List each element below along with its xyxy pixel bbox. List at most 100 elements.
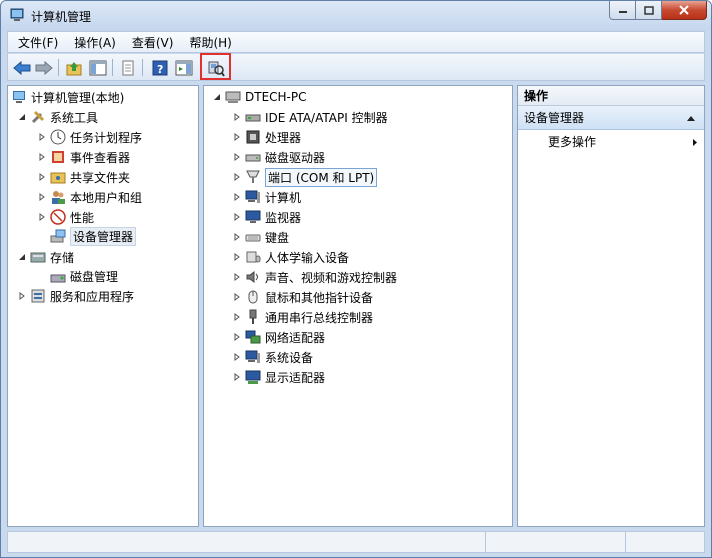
port-icon [246, 170, 260, 183]
menu-help[interactable]: 帮助(H) [183, 34, 237, 51]
expand-arrow-icon[interactable] [232, 152, 242, 162]
services-icon [31, 289, 45, 303]
device-category-computer[interactable]: 计算机 [232, 187, 301, 207]
show-hide-action-button[interactable] [174, 58, 194, 78]
tree-label-shared-folders: 共享文件夹 [70, 170, 131, 185]
expand-arrow-icon[interactable] [232, 172, 242, 182]
device-category-label: 显示适配器 [265, 370, 326, 385]
show-hide-tree-button[interactable] [88, 58, 108, 78]
tree-label-task-scheduler: 任务计划程序 [70, 130, 143, 145]
device-category-label: 网络适配器 [265, 330, 326, 345]
expand-arrow-icon[interactable] [37, 172, 47, 182]
device-category-label: 键盘 [265, 230, 290, 245]
expand-arrow-icon[interactable] [232, 132, 242, 142]
tree-node-services[interactable]: 服务和应用程序 [17, 286, 134, 306]
event-viewer-icon [52, 151, 64, 163]
device-tree-pane: DTECH-PC IDE ATA/ATAPI 控制器 处理器 磁盘驱动器 端口 … [203, 85, 513, 527]
tree-label-services: 服务和应用程序 [50, 289, 135, 304]
tree-node-shared-folders[interactable]: 共享文件夹 [37, 167, 130, 187]
tree-label-event-viewer: 事件查看器 [70, 150, 131, 165]
maximize-button[interactable] [636, 1, 662, 20]
status-segment [8, 532, 486, 552]
expand-arrow-icon[interactable] [232, 232, 242, 242]
close-button[interactable] [662, 1, 707, 20]
device-category-network[interactable]: 网络适配器 [232, 327, 325, 347]
collapse-arrow-icon[interactable] [17, 112, 27, 122]
expand-arrow-icon[interactable] [232, 332, 242, 342]
tree-node-local-users[interactable]: 本地用户和组 [37, 187, 142, 207]
help-button[interactable]: ? [150, 58, 170, 78]
hid-icon [246, 251, 261, 263]
expand-arrow-icon[interactable] [37, 152, 47, 162]
expand-arrow-icon[interactable] [232, 192, 242, 202]
expand-arrow-icon[interactable] [232, 252, 242, 262]
collapse-arrow-icon[interactable] [212, 92, 222, 102]
device-category-label: IDE ATA/ATAPI 控制器 [265, 110, 388, 125]
back-button[interactable] [12, 58, 32, 78]
actions-section-device-manager[interactable]: 设备管理器 [518, 106, 704, 130]
actions-section-label: 设备管理器 [524, 111, 585, 125]
disk-management-icon [50, 274, 66, 283]
expand-arrow-icon[interactable] [232, 312, 242, 322]
device-category-processor[interactable]: 处理器 [232, 127, 301, 147]
tree-node-event-viewer[interactable]: 事件查看器 [37, 147, 130, 167]
up-folder-icon [66, 62, 82, 76]
computer-management-window: 计算机管理 文件(F) 操作(A) 查看(V) 帮助(H) ? 计算机管理(本地… [0, 0, 712, 558]
title-bar[interactable]: 计算机管理 [1, 1, 711, 31]
expand-arrow-icon[interactable] [232, 272, 242, 282]
tree-node-root[interactable]: 计算机管理(本地) [11, 87, 124, 107]
device-category-monitors[interactable]: 监视器 [232, 207, 301, 227]
forward-button[interactable] [34, 58, 54, 78]
expand-arrow-icon[interactable] [37, 192, 47, 202]
expand-arrow-icon[interactable] [17, 291, 27, 301]
minimize-button[interactable] [609, 1, 636, 20]
expand-arrow-icon[interactable] [37, 132, 47, 142]
tree-node-performance[interactable]: 性能 [37, 207, 94, 227]
tools-icon [31, 110, 45, 124]
console-tree-pane: 计算机管理(本地) 系统工具 任务计划程序 事件查看器 共享文件夹 本地用户和组 [7, 85, 199, 527]
tree-node-storage[interactable]: 存储 [17, 247, 74, 267]
expand-arrow-icon[interactable] [232, 372, 242, 382]
tree-label-local-users: 本地用户和组 [70, 190, 143, 205]
expand-arrow-icon[interactable] [232, 292, 242, 302]
device-category-ports[interactable]: 端口 (COM 和 LPT) [232, 167, 378, 187]
svg-text:?: ? [157, 63, 163, 76]
device-category-mice[interactable]: 鼠标和其他指针设备 [232, 287, 373, 307]
device-category-hid[interactable]: 人体学输入设备 [232, 247, 349, 267]
device-category-disk-drives[interactable]: 磁盘驱动器 [232, 147, 325, 167]
export-list-button[interactable] [118, 58, 138, 78]
tree-label-performance: 性能 [70, 210, 95, 225]
collapse-up-icon[interactable] [686, 115, 696, 122]
highlight-box [200, 53, 231, 80]
show-hide-action-icon [175, 60, 193, 76]
expand-arrow-icon[interactable] [232, 112, 242, 122]
tree-node-device-manager[interactable]: 设备管理器 [50, 226, 137, 246]
menu-file[interactable]: 文件(F) [12, 34, 64, 51]
tree-node-task-scheduler[interactable]: 任务计划程序 [37, 127, 142, 147]
tree-node-system-tools[interactable]: 系统工具 [17, 107, 98, 127]
menu-view[interactable]: 查看(V) [126, 34, 180, 51]
device-category-keyboards[interactable]: 键盘 [232, 227, 289, 247]
expand-arrow-icon[interactable] [37, 212, 47, 222]
pc-icon [225, 91, 241, 103]
more-actions-item[interactable]: 更多操作 [548, 134, 698, 150]
device-category-system-devices[interactable]: 系统设备 [232, 347, 313, 367]
device-category-display[interactable]: 显示适配器 [232, 367, 325, 387]
tree-label-root: 计算机管理(本地) [31, 90, 125, 105]
close-icon [679, 5, 689, 15]
up-button[interactable] [64, 58, 84, 78]
display-adapter-icon [245, 370, 261, 384]
menu-action[interactable]: 操作(A) [68, 34, 122, 51]
window-title: 计算机管理 [31, 10, 92, 24]
collapse-arrow-icon[interactable] [17, 252, 27, 262]
device-category-sound[interactable]: 声音、视频和游戏控制器 [232, 267, 397, 287]
expand-arrow-icon[interactable] [232, 352, 242, 362]
computer-management-icon [10, 8, 24, 21]
device-category-label: 通用串行总线控制器 [265, 310, 374, 325]
expand-arrow-icon[interactable] [232, 212, 242, 222]
device-category-ide[interactable]: IDE ATA/ATAPI 控制器 [232, 107, 388, 127]
device-category-usb[interactable]: 通用串行总线控制器 [232, 307, 373, 327]
tree-node-disk-management[interactable]: 磁盘管理 [50, 266, 118, 286]
storage-icon [30, 252, 46, 263]
device-root[interactable]: DTECH-PC [212, 87, 307, 107]
